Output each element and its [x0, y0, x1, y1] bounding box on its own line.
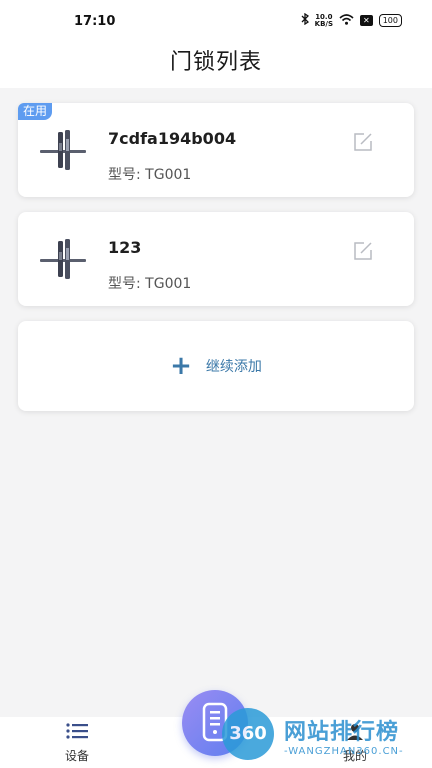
- watermark-text: 网站排行榜: [284, 720, 400, 745]
- watermark-url: -WANGZHAN360.CN-: [284, 746, 404, 757]
- bluetooth-icon: [301, 12, 309, 28]
- status-icons: 10.0 KB/S ✕ 100: [301, 12, 402, 28]
- status-bar: 17:10 10.0 KB/S ✕ 100: [0, 0, 432, 44]
- status-time: 17:10: [74, 14, 116, 29]
- device-model: 型号: TG001: [108, 276, 192, 292]
- tab-devices-label: 设备: [64, 749, 89, 763]
- add-device-button[interactable]: + 继续添加: [18, 321, 414, 411]
- device-name: 123: [108, 238, 142, 257]
- device-name: 7cdfa194b004: [108, 129, 237, 148]
- watermark-360-logo: 360: [222, 708, 274, 760]
- in-use-badge: 在用: [18, 103, 53, 120]
- header: 门锁列表: [0, 44, 432, 88]
- wifi-icon: [339, 13, 354, 28]
- device-card[interactable]: 123 型号: TG001: [18, 212, 414, 306]
- x-badge-icon: ✕: [360, 15, 373, 26]
- plus-icon: +: [170, 351, 192, 381]
- page-title: 门锁列表: [169, 50, 262, 75]
- edit-icon[interactable]: [352, 131, 374, 153]
- device-card[interactable]: 在用 7cdfa194b004 型号: TG001: [18, 103, 414, 197]
- device-model: 型号: TG001: [108, 167, 192, 183]
- tab-devices[interactable]: 设备: [27, 723, 127, 764]
- net-speed: 10.0 KB/S: [314, 13, 334, 28]
- add-device-label: 继续添加: [205, 359, 262, 375]
- door-lock-image: [40, 239, 86, 279]
- net-speed-unit: KB/S: [314, 19, 334, 28]
- edit-icon[interactable]: [352, 240, 374, 262]
- battery-icon: 100: [378, 14, 402, 27]
- watermark: 360 网站排行榜 -WANGZHAN360.CN-: [222, 708, 432, 768]
- door-lock-image: [40, 130, 86, 170]
- list-icon: [27, 723, 127, 745]
